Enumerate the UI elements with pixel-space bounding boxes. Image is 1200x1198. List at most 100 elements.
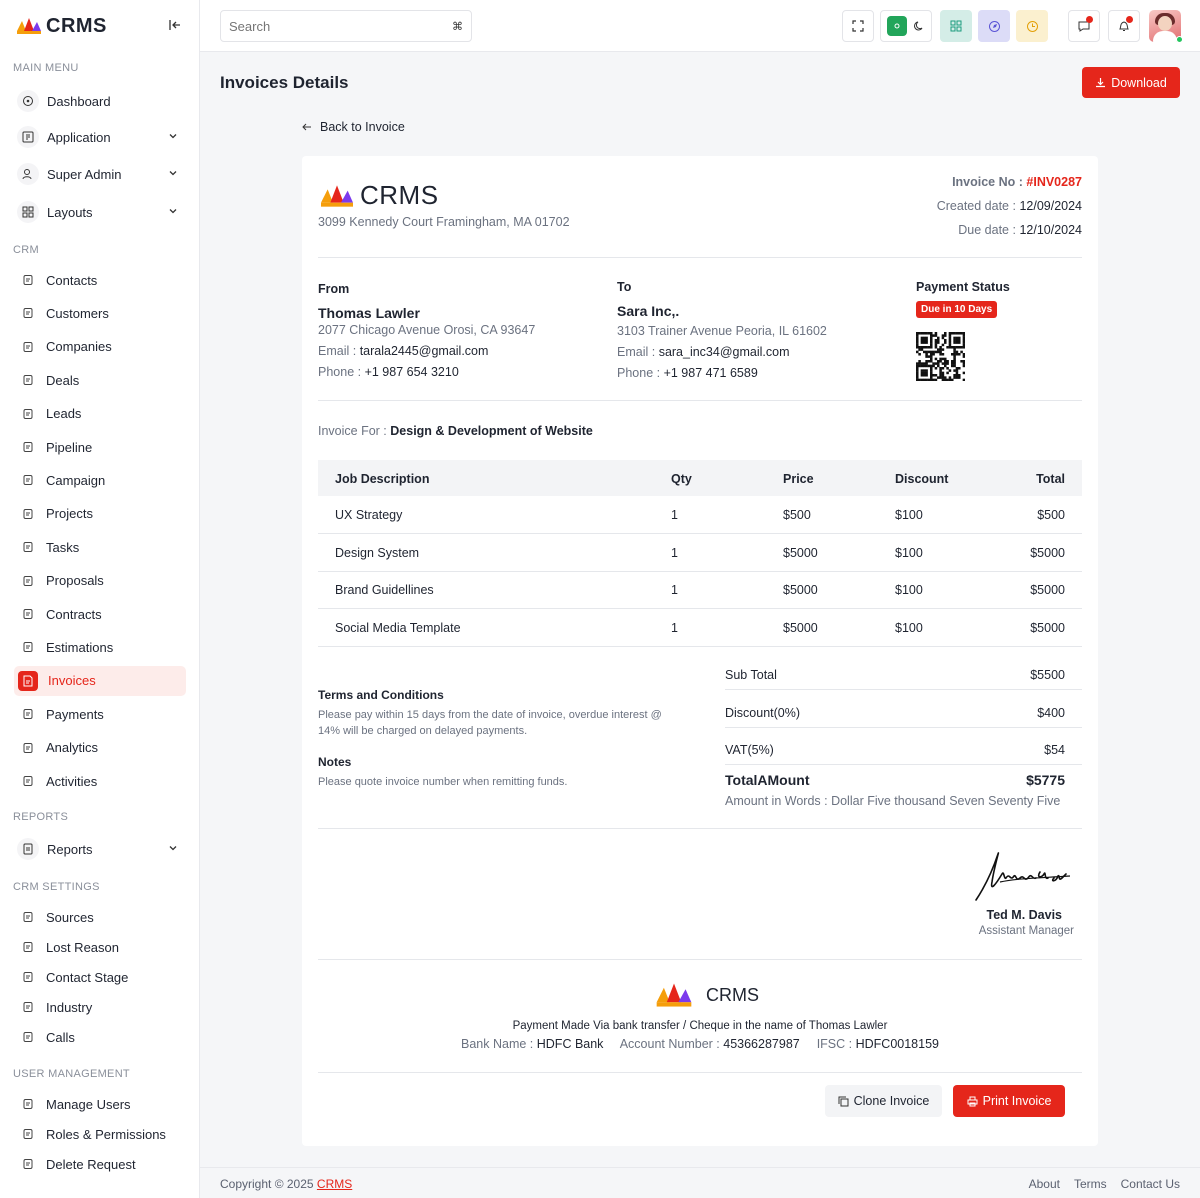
application-icon: [17, 126, 39, 148]
column-header: Price: [783, 472, 814, 486]
bank-details: Bank Name : HDFC Bank Account Number : 4…: [302, 1037, 1098, 1051]
projects-icon: [20, 506, 36, 522]
brand-name: CRMS: [46, 14, 107, 37]
grid-icon: [950, 20, 962, 32]
sidebar-item-customers[interactable]: Customers: [14, 298, 186, 328]
clone-invoice-button[interactable]: Clone Invoice: [825, 1085, 942, 1117]
deals-icon: [20, 372, 36, 388]
table-cell: 1: [671, 583, 678, 597]
sidebar-item-label: Contracts: [46, 606, 102, 622]
sidebar-item-application[interactable]: Application: [14, 122, 186, 152]
sidebar-item-tasks[interactable]: Tasks: [14, 532, 186, 562]
sidebar-item-label: Application: [47, 129, 111, 145]
search-input[interactable]: [229, 18, 439, 34]
sidebar-item-label: Estimations: [46, 639, 114, 655]
sidebar-item-delete-request[interactable]: Delete Request: [14, 1149, 186, 1179]
sidebar-item-projects[interactable]: Projects: [14, 499, 186, 529]
sidebar-item-industry[interactable]: Industry: [14, 992, 186, 1022]
search-box[interactable]: ⌘: [220, 10, 472, 42]
vat-label: VAT(5%): [725, 743, 774, 757]
sidebar-item-label: Tasks: [46, 539, 80, 555]
messages-button[interactable]: [1068, 10, 1100, 42]
sidebar-item-leads[interactable]: Leads: [14, 399, 186, 429]
sidebar-item-estimations[interactable]: Estimations: [14, 632, 186, 662]
section-user-management: USER MANAGEMENT: [13, 1068, 130, 1080]
footer-link-terms[interactable]: Terms: [1074, 1177, 1107, 1191]
sidebar-item-reports[interactable]: Reports: [14, 834, 186, 864]
sidebar-item-contact-stage[interactable]: Contact Stage: [14, 962, 186, 992]
company-address: 3099 Kennedy Court Framingham, MA 01702: [318, 215, 570, 229]
sidebar-item-roles-permissions[interactable]: Roles & Permissions: [14, 1119, 186, 1149]
sidebar-item-sources[interactable]: Sources: [14, 902, 186, 932]
sidebar-collapse-icon[interactable]: [168, 18, 182, 32]
table-cell: $500: [1037, 508, 1065, 522]
to-phone-line: Phone : +1 987 471 6589: [617, 366, 758, 380]
sidebar-item-dashboard[interactable]: Dashboard: [14, 86, 186, 116]
created-date-label: Created date :: [936, 199, 1016, 213]
sidebar-item-activities[interactable]: Activities: [14, 766, 186, 796]
sidebar-item-payments[interactable]: Payments: [14, 699, 186, 729]
payment-status-badge: Due in 10 Days: [916, 301, 998, 318]
clock-button[interactable]: [1016, 10, 1048, 42]
sidebar-item-contacts[interactable]: Contacts: [14, 265, 186, 295]
theme-toggle[interactable]: [880, 10, 932, 42]
sidebar-item-super-admin[interactable]: Super Admin: [14, 159, 186, 189]
table-cell: $100: [895, 620, 923, 635]
divider: [725, 727, 1082, 728]
sidebar-item-campaign[interactable]: Campaign: [14, 465, 186, 495]
to-email-line: Email : sara_inc34@gmail.com: [617, 345, 790, 359]
chevron-down-icon: [169, 846, 177, 851]
invoice-number-line: Invoice No : #INV0287: [952, 175, 1082, 189]
print-invoice-button[interactable]: Print Invoice: [953, 1085, 1065, 1117]
divider: [725, 764, 1082, 765]
amount-in-words-value: Dollar Five thousand Seven Seventy Five: [831, 794, 1061, 808]
invoice-number: #INV0287: [1026, 175, 1082, 189]
estimations-icon: [20, 639, 36, 655]
dashboard-icon: [17, 90, 39, 112]
apps-button[interactable]: [940, 10, 972, 42]
from-email-line: Email : tarala2445@gmail.com: [318, 344, 488, 358]
sidebar-item-label: Invoices: [48, 673, 96, 689]
companies-icon: [20, 339, 36, 355]
sidebar-item-proposals[interactable]: Proposals: [14, 566, 186, 596]
sidebar-item-lost-reason[interactable]: Lost Reason: [14, 932, 186, 962]
download-button[interactable]: Download: [1082, 67, 1180, 98]
back-to-invoice-link[interactable]: Back to Invoice: [302, 120, 405, 134]
activities-icon: [20, 773, 36, 789]
download-label: Download: [1111, 75, 1167, 90]
footer-link-contact[interactable]: Contact Us: [1121, 1177, 1180, 1191]
sidebar-item-label: Leads: [46, 406, 82, 422]
invoice-icon: [18, 670, 38, 691]
brand-logo-icon: [321, 184, 353, 207]
compass-button[interactable]: [978, 10, 1010, 42]
sidebar-item-deals[interactable]: Deals: [14, 365, 186, 395]
sidebar-item-companies[interactable]: Companies: [14, 332, 186, 362]
sidebar-item-manage-users[interactable]: Manage Users: [14, 1089, 186, 1119]
copyright-brand-link[interactable]: CRMS: [317, 1177, 352, 1191]
subtotal-label: Sub Total: [725, 668, 777, 682]
table-cell: Social Media Template: [335, 620, 461, 635]
to-name: Sara Inc,.: [617, 303, 680, 319]
footer-link-about[interactable]: About: [1029, 1177, 1060, 1191]
divider: [318, 257, 1082, 258]
payments-icon: [20, 706, 36, 722]
copyright-text: Copyright © 2025: [220, 1177, 314, 1191]
table-header: Job Description Qty Price Discount Total: [318, 460, 1082, 496]
brand-logo-icon: [656, 983, 692, 1007]
sidebar-item-calls[interactable]: Calls: [14, 1022, 186, 1052]
sidebar-item-contracts[interactable]: Contracts: [14, 599, 186, 629]
sidebar-item-pipeline[interactable]: Pipeline: [14, 432, 186, 462]
calls-icon: [20, 1029, 36, 1045]
notifications-button[interactable]: [1108, 10, 1140, 42]
fullscreen-button[interactable]: [842, 10, 874, 42]
sidebar-item-analytics[interactable]: Analytics: [14, 733, 186, 763]
notification-dot: [1086, 16, 1093, 23]
sidebar-item-layouts[interactable]: Layouts: [14, 197, 186, 227]
sidebar-item-invoices[interactable]: Invoices: [14, 665, 186, 696]
contact-stage-icon: [20, 969, 36, 985]
table-cell: $5000: [1030, 545, 1065, 560]
back-label: Back to Invoice: [320, 120, 405, 134]
arrow-left-icon: [302, 123, 311, 131]
chevron-down-icon: [169, 209, 177, 214]
copyright: Copyright © 2025 CRMS: [220, 1177, 352, 1191]
